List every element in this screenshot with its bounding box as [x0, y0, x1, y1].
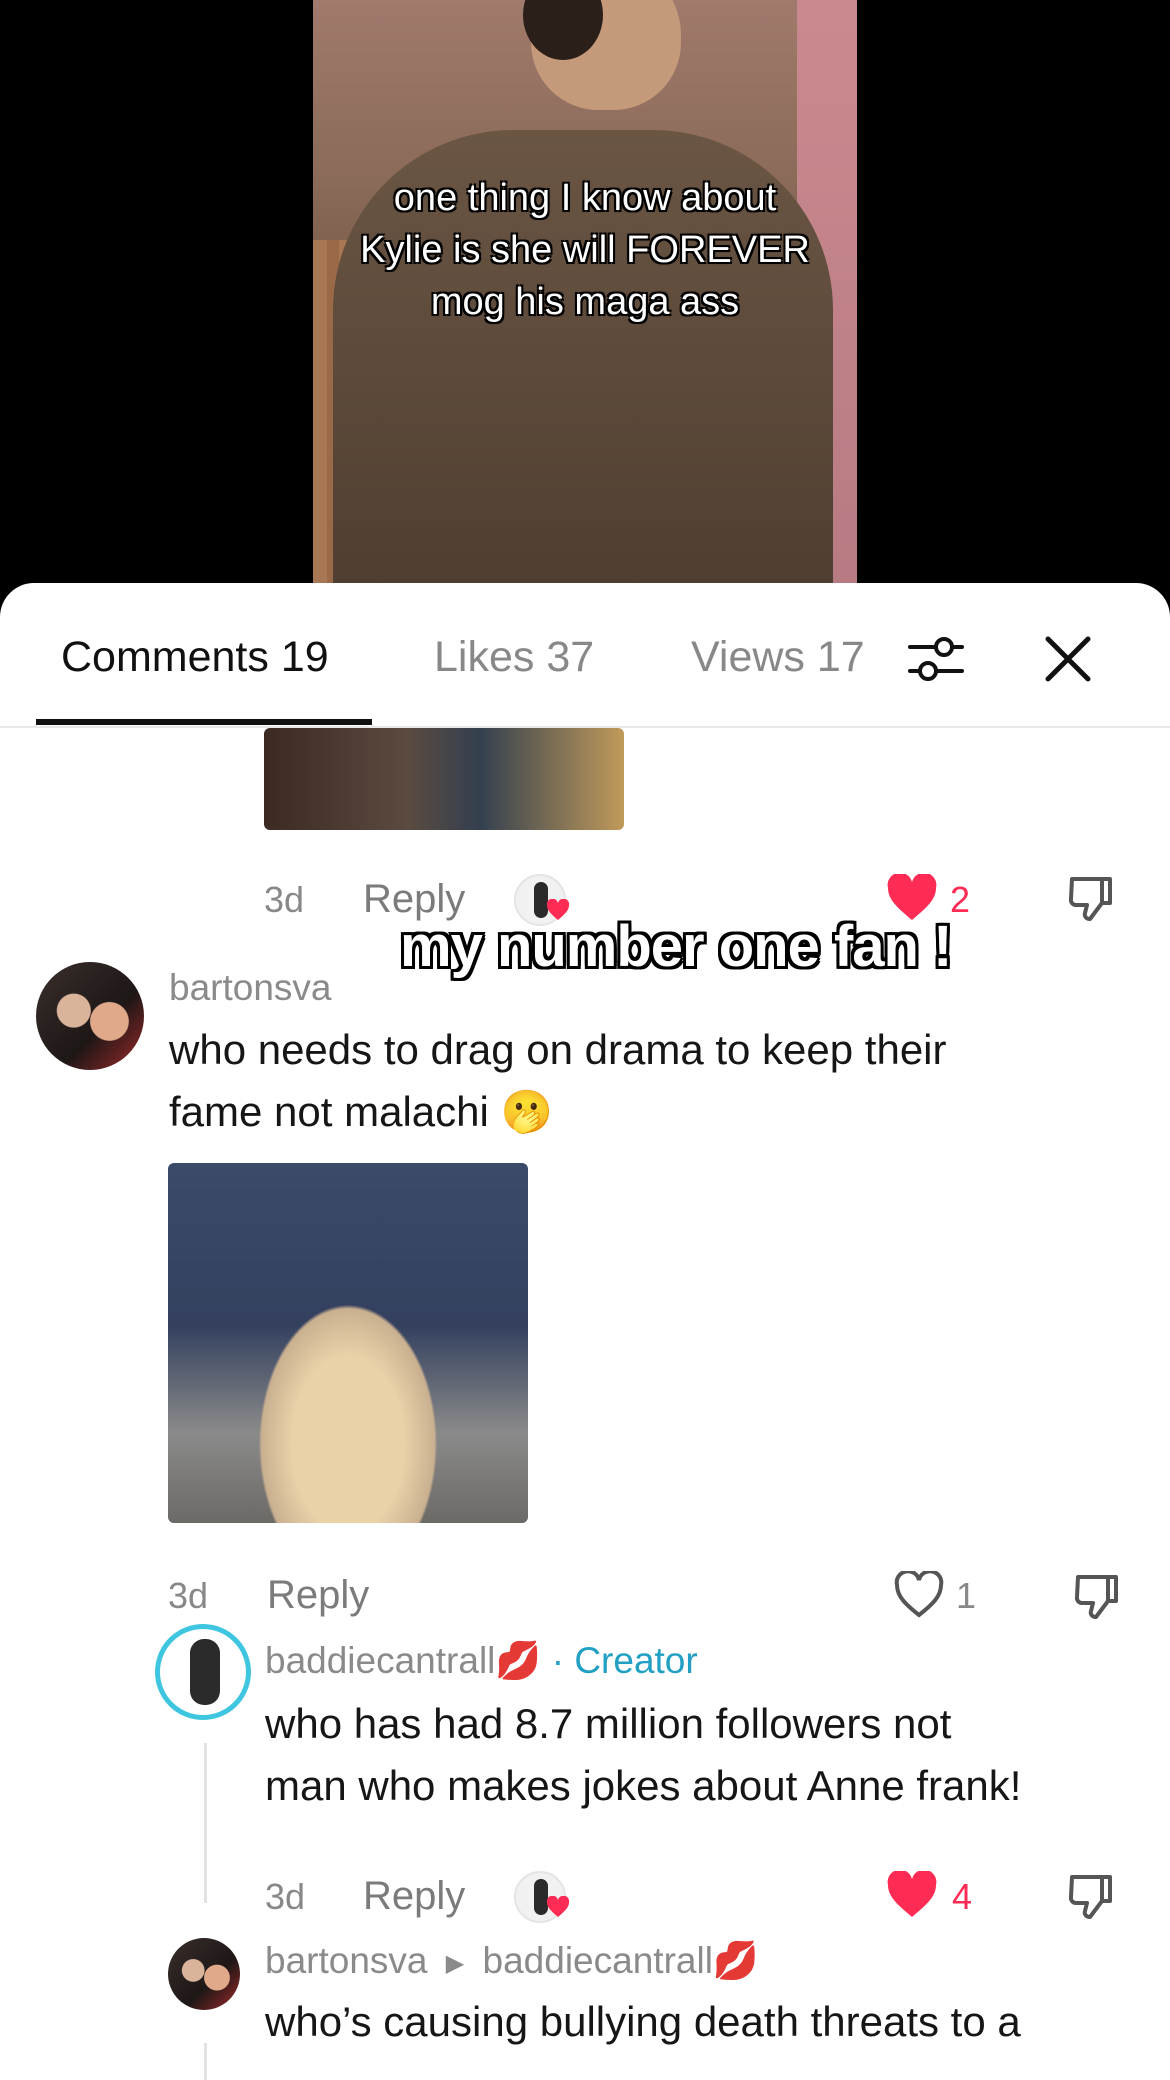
reply-text: who has had 8.7 million followers not ma…	[265, 1693, 1145, 1817]
comment-text-line: who needs to drag on drama to keep their	[169, 1026, 947, 1073]
thumbs-down-icon[interactable]	[1072, 1571, 1122, 1621]
tab-views[interactable]: Views 17	[691, 633, 865, 682]
comment-text-line: fame not malachi 🫢	[169, 1088, 553, 1135]
comment-time: 3d	[168, 1575, 209, 1616]
reply-text-line: man who makes jokes about Anne frank!	[265, 1762, 1022, 1809]
sliders-icon[interactable]	[906, 629, 966, 689]
like-count: 1	[956, 1575, 977, 1616]
text-sticker: my number one fan !	[400, 914, 952, 979]
reply-username[interactable]: baddiecantrall💋 · Creator	[265, 1640, 698, 1683]
comment-username[interactable]: bartonsva	[169, 967, 332, 1009]
thumbs-down-icon[interactable]	[1066, 873, 1116, 923]
heart-icon[interactable]	[886, 1871, 938, 1919]
comment-text: who needs to drag on drama to keep their…	[169, 1019, 1129, 1143]
like-count: 2	[950, 879, 971, 920]
reply-button[interactable]: Reply	[363, 1874, 465, 1919]
video-caption: one thing I know about Kylie is she will…	[313, 172, 857, 328]
reply-to-username[interactable]: baddiecantrall💋	[483, 1940, 759, 1981]
comment-image[interactable]	[168, 1163, 528, 1523]
creator-avatar[interactable]	[155, 1624, 251, 1720]
avatar[interactable]	[36, 962, 144, 1070]
tab-bar: Comments 19 Likes 37 Views 17	[0, 583, 1170, 728]
thread-line	[204, 1743, 207, 1903]
creator-label: · Creator	[541, 1640, 698, 1681]
reply-time: 3d	[265, 1876, 306, 1917]
reply-text: who’s causing bullying death threats to …	[265, 1991, 1165, 2053]
active-tab-indicator	[36, 719, 372, 725]
comments-sheet: Comments 19 Likes 37 Views 17 3d Reply 2…	[0, 583, 1170, 2080]
screen: one thing I know about Kylie is she will…	[0, 0, 1170, 2080]
comment-time: 3d	[264, 879, 305, 920]
heart-outline-icon[interactable]	[893, 1571, 945, 1619]
tab-comments[interactable]: Comments 19	[61, 633, 329, 682]
heart-badge-icon	[546, 1896, 570, 1917]
comment-image[interactable]	[264, 728, 624, 830]
avatar[interactable]	[168, 1938, 240, 2010]
like-count: 4	[952, 1876, 973, 1917]
thumbs-down-icon[interactable]	[1066, 1871, 1116, 1921]
reply-username-text[interactable]: baddiecantrall💋	[265, 1640, 541, 1681]
video-caption-line: one thing I know about	[393, 177, 777, 219]
reply-text-line: who has had 8.7 million followers not	[265, 1700, 952, 1747]
thread-line	[204, 2043, 207, 2080]
video-caption-line: mog his maga ass	[430, 281, 740, 323]
reply-text-line: who’s causing bullying death threats to …	[265, 1998, 1021, 2045]
video-caption-line: Kylie is she will FOREVER	[360, 229, 810, 271]
reply-arrow-icon: ▶	[445, 1949, 465, 1977]
tab-likes[interactable]: Likes 37	[434, 633, 594, 682]
reply-username-text[interactable]: bartonsva	[265, 1940, 428, 1981]
close-icon[interactable]	[1040, 631, 1096, 687]
reply-button[interactable]: Reply	[267, 1573, 369, 1618]
reply-username[interactable]: bartonsva ▶ baddiecantrall💋	[265, 1940, 759, 1983]
